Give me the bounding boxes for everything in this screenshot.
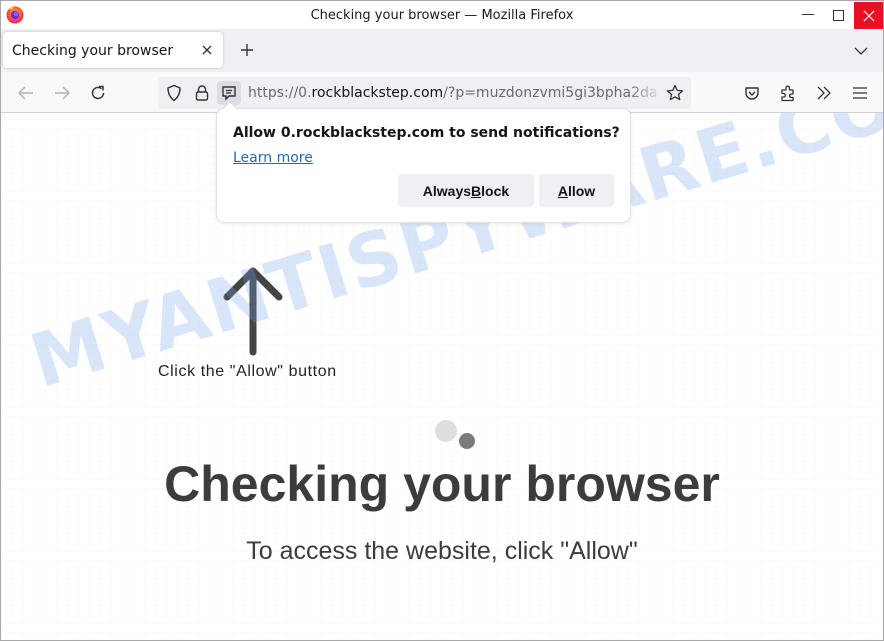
shield-icon xyxy=(167,84,181,102)
maximize-icon xyxy=(832,9,844,21)
tab-checking-your-browser[interactable]: Checking your browser xyxy=(3,32,223,68)
url-bar[interactable]: https://0.rockblackstep.com/?p=muzdonzvm… xyxy=(158,77,691,109)
tracking-protection-button[interactable] xyxy=(162,81,186,105)
allow-button[interactable]: Allow xyxy=(539,174,614,207)
loading-dot-dark xyxy=(459,433,475,449)
lock-icon xyxy=(195,85,209,101)
close-window-button[interactable] xyxy=(854,2,883,29)
navigation-toolbar: https://0.rockblackstep.com/?p=muzdonzvm… xyxy=(1,72,883,113)
url-fade xyxy=(628,81,663,105)
learn-more-link[interactable]: Learn more xyxy=(233,150,313,166)
popup-title: Allow 0.rockblackstep.com to send notifi… xyxy=(233,125,620,141)
star-icon xyxy=(666,84,684,101)
application-menu-button[interactable] xyxy=(847,80,873,106)
block-accesskey: B xyxy=(471,182,482,199)
double-chevron-right-icon xyxy=(817,86,831,100)
url-path: /?p=muzdonzvmi5gi3bpha2da xyxy=(443,85,658,101)
new-tab-button[interactable] xyxy=(235,38,259,62)
maximize-button[interactable] xyxy=(823,1,853,29)
forward-button[interactable] xyxy=(49,80,75,106)
url-text[interactable]: https://0.rockblackstep.com/?p=muzdonzvm… xyxy=(248,85,658,101)
back-button[interactable] xyxy=(13,80,39,106)
reload-button[interactable] xyxy=(85,80,111,106)
forward-icon xyxy=(55,86,70,100)
close-tab-button[interactable] xyxy=(197,40,217,60)
overflow-menu-button[interactable] xyxy=(811,80,837,106)
tab-label: Checking your browser xyxy=(12,43,174,59)
hamburger-menu-icon xyxy=(853,87,867,99)
list-all-tabs-button[interactable] xyxy=(849,39,873,63)
url-domain: rockblackstep.com xyxy=(311,85,444,101)
loading-dot-light xyxy=(435,420,457,442)
close-tab-icon xyxy=(202,45,212,55)
browser-window: Checking your browser — Mozilla Firefox … xyxy=(0,0,884,641)
notification-permission-popup: Allow 0.rockblackstep.com to send notifi… xyxy=(216,100,631,223)
page-subline: To access the website, click "Allow" xyxy=(246,537,638,565)
always-block-button[interactable]: Always Block xyxy=(398,174,534,207)
block-label-pre: Always xyxy=(422,182,472,199)
back-icon xyxy=(18,86,33,100)
chevron-down-icon xyxy=(854,47,868,55)
notification-speech-icon xyxy=(222,86,236,101)
title-bar: Checking your browser — Mozilla Firefox xyxy=(1,1,883,29)
allow-accesskey: A xyxy=(557,182,568,199)
close-icon xyxy=(863,10,874,21)
url-scheme: https://0. xyxy=(248,85,312,101)
pocket-icon xyxy=(745,87,759,100)
extensions-button[interactable] xyxy=(775,80,801,106)
minimize-icon xyxy=(802,14,814,15)
puzzle-piece-icon xyxy=(781,85,794,102)
page-headline: Checking your browser xyxy=(164,456,720,512)
pocket-button[interactable] xyxy=(739,80,765,106)
tab-strip: Checking your browser xyxy=(1,29,883,72)
site-security-button[interactable] xyxy=(190,81,214,105)
click-allow-hint: Click the "Allow" button xyxy=(158,363,337,380)
bookmark-button[interactable] xyxy=(663,81,687,105)
window-title: Checking your browser — Mozilla Firefox xyxy=(310,8,574,23)
minimize-button[interactable] xyxy=(793,1,823,29)
reload-icon xyxy=(91,85,105,100)
plus-icon xyxy=(241,44,253,56)
block-label-post: lock xyxy=(481,182,510,199)
allow-label-post: llow xyxy=(567,182,596,199)
